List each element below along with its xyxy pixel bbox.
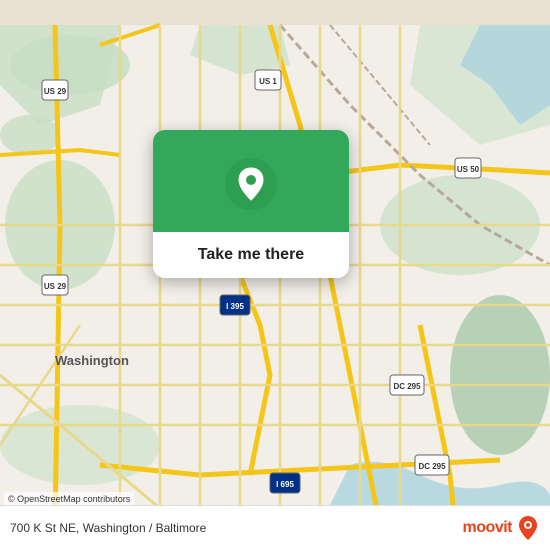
svg-text:I 695: I 695 [276,480,294,489]
moovit-logo-pin-icon [516,514,540,542]
address-section: 700 K St NE, Washington / Baltimore [10,521,206,535]
popup-green-section [153,130,349,232]
address-text: 700 K St NE, Washington / Baltimore [10,521,206,535]
svg-text:US 50: US 50 [457,165,480,174]
svg-text:Washington: Washington [55,353,129,368]
svg-text:DC 295: DC 295 [393,382,421,391]
moovit-text: moovit [463,519,512,537]
svg-text:I 395: I 395 [226,302,244,311]
map-container: US 29 US 29 US 1 US 50 I 395 I 695 DC 29… [0,0,550,550]
moovit-logo: moovit [463,514,540,542]
location-pin-icon [225,158,277,210]
svg-text:DC 295: DC 295 [418,462,446,471]
bottom-bar: 700 K St NE, Washington / Baltimore moov… [0,505,550,550]
osm-attribution: © OpenStreetMap contributors [4,492,134,506]
svg-text:US 1: US 1 [259,77,277,86]
svg-text:US 29: US 29 [44,87,67,96]
take-me-there-button[interactable]: Take me there [153,232,349,278]
svg-text:US 29: US 29 [44,282,67,291]
popup-card: Take me there [153,130,349,278]
